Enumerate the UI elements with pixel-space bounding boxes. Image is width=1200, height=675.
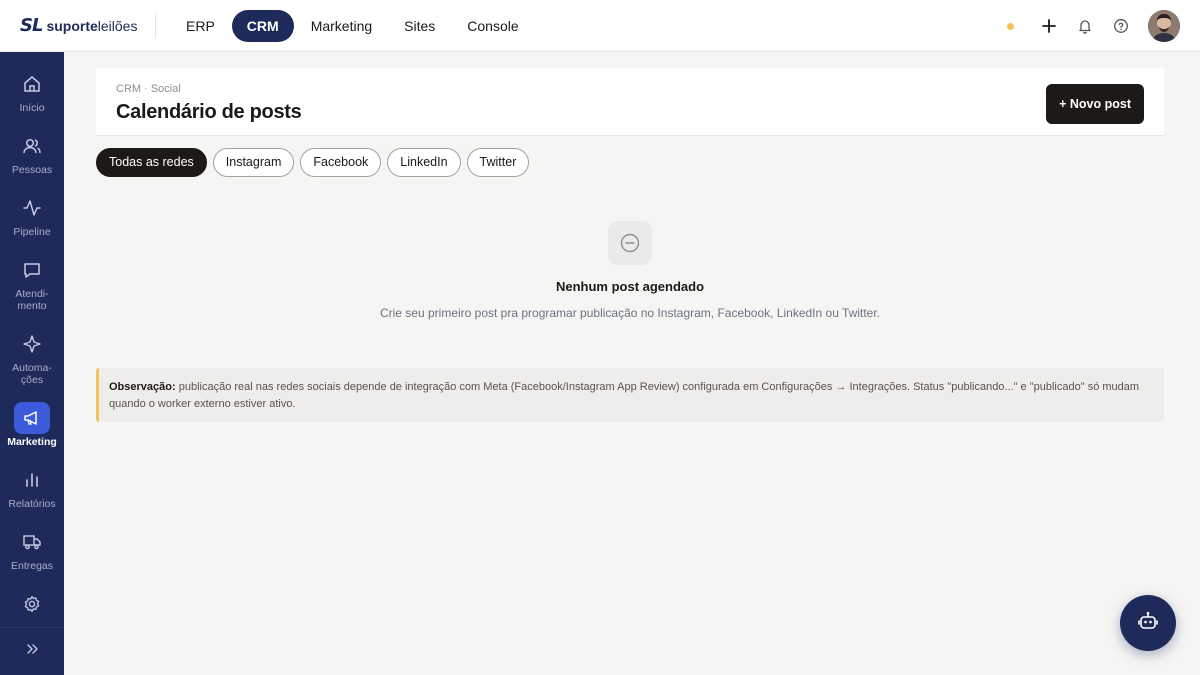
- note-text: publicação real nas redes sociais depend…: [109, 381, 1140, 410]
- sidebar-item-inicio[interactable]: Início: [0, 68, 64, 114]
- integration-note: Observação: publicação real nas redes so…: [96, 368, 1164, 422]
- sidebar-item-label: Marketing: [7, 436, 57, 448]
- sidebar-item-marketing[interactable]: Marketing: [0, 402, 64, 448]
- sidebar-item-pessoas[interactable]: Pessoas: [0, 130, 64, 176]
- brand-name: suporteleilões: [46, 17, 138, 34]
- plus-icon[interactable]: [1040, 17, 1058, 35]
- minus-circle-icon: [608, 221, 652, 265]
- brand-mark: SL: [20, 15, 43, 36]
- sidebar-item-configuracoes[interactable]: [0, 588, 64, 620]
- truck-icon: [14, 526, 50, 558]
- sidebar-item-atendimento[interactable]: Atendi- mento: [0, 254, 64, 312]
- sidebar-item-label: Relatórios: [8, 498, 56, 510]
- page-header: CRM · Social Calendário de posts + Novo …: [96, 68, 1164, 136]
- user-avatar[interactable]: [1148, 10, 1180, 42]
- status-indicator: [1007, 22, 1014, 30]
- megaphone-icon: [14, 402, 50, 434]
- topnav-crm[interactable]: CRM: [231, 9, 294, 42]
- top-actions: [1007, 10, 1180, 42]
- brand-logo[interactable]: SL suporteleilões: [0, 13, 156, 38]
- chevrons-right-icon: [25, 642, 39, 661]
- filter-twitter[interactable]: Twitter: [466, 148, 530, 177]
- sidebar-item-label: Início: [19, 102, 45, 114]
- topnav-erp[interactable]: ERP: [171, 10, 230, 42]
- sidebar-item-label: Pipeline: [13, 226, 51, 238]
- sparkle-icon: [14, 328, 50, 360]
- sidebar-item-label: Atendi- mento: [15, 288, 49, 312]
- message-icon: [14, 254, 50, 286]
- note-label: Observação:: [109, 381, 176, 393]
- bar-chart-icon: [14, 464, 50, 496]
- sidebar-item-label: Automa- ções: [12, 362, 52, 386]
- top-bar: SL suporteleilões ERP CRM Marketing Site…: [0, 0, 1200, 52]
- sidebar-collapse-button[interactable]: [0, 627, 64, 675]
- topnav-sites[interactable]: Sites: [389, 10, 450, 42]
- sidebar-item-pipeline[interactable]: Pipeline: [0, 192, 64, 238]
- filter-all-networks[interactable]: Todas as redes: [96, 148, 207, 177]
- home-icon: [14, 68, 50, 100]
- topnav-console[interactable]: Console: [452, 10, 533, 42]
- empty-state-subtitle: Crie seu primeiro post pra programar pub…: [379, 306, 881, 320]
- new-post-button[interactable]: + Novo post: [1046, 84, 1144, 124]
- sidebar: Início Pessoas Pipeline Atendi- mento Au…: [0, 52, 64, 675]
- sidebar-item-automacoes[interactable]: Automa- ções: [0, 328, 64, 386]
- bot-icon: [1137, 610, 1159, 637]
- sidebar-item-relatorios[interactable]: Relatórios: [0, 464, 64, 510]
- empty-state-title: Nenhum post agendado: [555, 279, 705, 294]
- settings-icon: [14, 588, 50, 620]
- bell-icon[interactable]: [1076, 17, 1094, 35]
- filter-instagram[interactable]: Instagram: [212, 148, 295, 177]
- breadcrumb[interactable]: CRM · Social: [116, 83, 181, 95]
- topnav-marketing[interactable]: Marketing: [296, 10, 387, 42]
- help-icon[interactable]: [1112, 17, 1130, 35]
- users-icon: [14, 130, 50, 162]
- sidebar-item-label: Entregas: [10, 560, 54, 572]
- activity-icon: [14, 192, 50, 224]
- sidebar-item-entregas[interactable]: Entregas: [0, 526, 64, 572]
- top-nav: ERP CRM Marketing Sites Console: [171, 9, 534, 42]
- page-title: Calendário de posts: [116, 101, 302, 123]
- network-filters: Todas as redes Instagram Facebook Linked…: [96, 148, 530, 177]
- sidebar-item-label: Pessoas: [11, 164, 53, 176]
- filter-linkedin[interactable]: LinkedIn: [387, 148, 461, 177]
- filter-facebook[interactable]: Facebook: [300, 148, 382, 177]
- assistant-bot-button[interactable]: [1120, 595, 1176, 651]
